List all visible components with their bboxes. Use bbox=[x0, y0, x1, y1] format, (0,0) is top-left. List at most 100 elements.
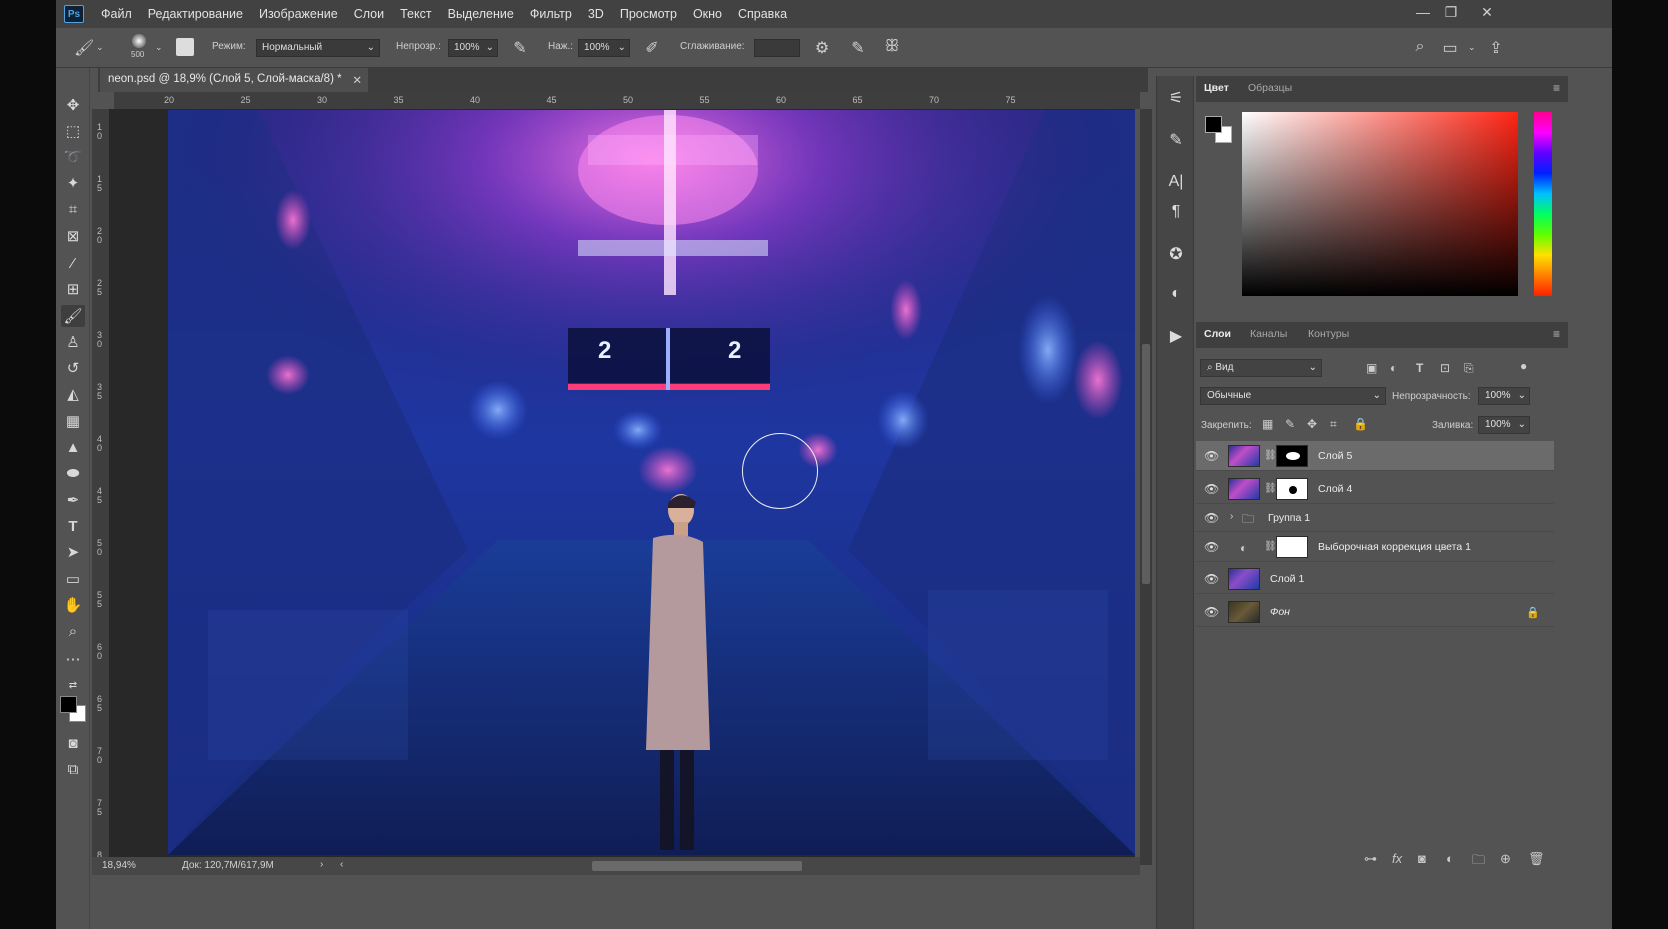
eye-icon[interactable]: 👁 bbox=[1204, 540, 1220, 554]
layer-name[interactable]: Выборочная коррекция цвета 1 bbox=[1318, 541, 1471, 553]
stamp-tool-icon[interactable]: ♙ bbox=[61, 331, 85, 353]
pressure-size-icon[interactable]: ✎ bbox=[848, 38, 868, 58]
history-brush-icon[interactable]: ↺ bbox=[61, 357, 85, 379]
menu-layers[interactable]: Слои bbox=[346, 7, 392, 21]
eye-icon[interactable]: 👁 bbox=[1204, 605, 1220, 619]
paragraph-panel-icon[interactable]: ¶ bbox=[1164, 200, 1188, 224]
vertical-scrollbar[interactable] bbox=[1140, 109, 1152, 865]
lasso-tool-icon[interactable]: ➰ bbox=[61, 146, 85, 168]
brush-tool-icon[interactable]: 🖌 bbox=[74, 38, 94, 58]
link-icon[interactable]: ⛓ bbox=[1264, 450, 1277, 461]
link-layers-icon[interactable]: ⊶ bbox=[1364, 851, 1377, 867]
path-select-icon[interactable]: ➤ bbox=[61, 541, 85, 563]
screen-mode-icon[interactable]: ⧉ bbox=[61, 758, 85, 780]
plugin-icon[interactable]: ✪ bbox=[1164, 242, 1188, 266]
tab-paths[interactable]: Контуры bbox=[1308, 328, 1349, 340]
new-layer-icon[interactable]: ⊕ bbox=[1500, 851, 1511, 867]
character-panel-icon[interactable]: A| bbox=[1164, 170, 1188, 194]
foreground-color-chip[interactable] bbox=[1205, 116, 1222, 133]
blend-mode-select[interactable]: Обычные ⌄ bbox=[1200, 387, 1386, 405]
minimize-icon[interactable]: — bbox=[1408, 4, 1438, 20]
frame-tool-icon[interactable]: ⊠ bbox=[61, 225, 85, 247]
filter-shape-icon[interactable]: ⊡ bbox=[1440, 361, 1450, 375]
document-image[interactable]: 2 2 bbox=[168, 110, 1135, 855]
marquee-tool-icon[interactable]: ⬚ bbox=[61, 120, 85, 142]
eye-icon[interactable]: 👁 bbox=[1204, 572, 1220, 586]
chevron-down-icon[interactable]: ⌄ bbox=[1468, 42, 1476, 53]
filter-toggle-icon[interactable]: ● bbox=[1520, 359, 1527, 373]
chevron-down-icon[interactable]: ⌄ bbox=[155, 42, 163, 53]
layer-row[interactable]: 👁 ◐ ⛓ Выборочная коррекция цвета 1 bbox=[1196, 532, 1554, 562]
panel-menu-icon[interactable]: ≡ bbox=[1553, 327, 1560, 341]
layer-name[interactable]: Слой 1 bbox=[1270, 573, 1304, 585]
more-tools-icon[interactable]: ⋯ bbox=[61, 648, 85, 670]
menu-help[interactable]: Справка bbox=[730, 7, 795, 21]
document-tab[interactable]: neon.psd @ 18,9% (Слой 5, Слой-маска/8) … bbox=[100, 68, 368, 92]
hand-tool-icon[interactable]: ✋ bbox=[61, 594, 85, 616]
menu-view[interactable]: Просмотр bbox=[612, 7, 685, 21]
tab-color[interactable]: Цвет bbox=[1204, 82, 1229, 94]
brush-tool-icon[interactable]: 🖌 bbox=[61, 305, 85, 327]
foreground-color-swatch[interactable] bbox=[60, 696, 77, 713]
lock-all-icon[interactable]: 🔒 bbox=[1353, 417, 1368, 431]
restore-icon[interactable]: ❐ bbox=[1436, 4, 1466, 21]
magic-wand-icon[interactable]: ✦ bbox=[61, 172, 85, 194]
type-tool-icon[interactable]: T bbox=[61, 515, 85, 537]
zoom-tool-icon[interactable]: ⌕ bbox=[61, 620, 85, 642]
airbrush-icon[interactable]: ✐ bbox=[642, 38, 662, 58]
pressure-opacity-icon[interactable]: ✎ bbox=[510, 38, 530, 58]
opacity-input[interactable]: 100% ⌄ bbox=[448, 39, 498, 57]
layer-name[interactable]: Слой 4 bbox=[1318, 483, 1352, 495]
link-icon[interactable]: ⛓ bbox=[1264, 483, 1277, 494]
smoothing-input[interactable] bbox=[754, 39, 800, 57]
layer-row[interactable]: 👁 Фон 🔒 bbox=[1196, 597, 1554, 627]
chevron-down-icon[interactable]: ⌄ bbox=[96, 42, 104, 53]
brush-settings-icon[interactable] bbox=[176, 38, 194, 56]
eyedropper-icon[interactable]: ⁄ bbox=[61, 252, 85, 274]
dodge-tool-icon[interactable]: ⬬ bbox=[61, 462, 85, 484]
menu-image[interactable]: Изображение bbox=[251, 7, 346, 21]
healing-brush-icon[interactable]: ⊞ bbox=[61, 278, 85, 300]
actions-play-icon[interactable]: ▶ bbox=[1164, 324, 1188, 348]
chevron-right-icon[interactable]: › bbox=[1230, 511, 1233, 522]
pen-tool-icon[interactable]: ✒ bbox=[61, 489, 85, 511]
delete-layer-icon[interactable]: 🗑 bbox=[1528, 851, 1545, 867]
layer-name[interactable]: Фон bbox=[1270, 606, 1290, 618]
layer-row[interactable]: 👁 Слой 1 bbox=[1196, 564, 1554, 594]
menu-select[interactable]: Выделение bbox=[440, 7, 522, 21]
menu-file[interactable]: Файл bbox=[93, 7, 140, 21]
layer-mask-thumbnail[interactable] bbox=[1276, 445, 1308, 467]
hue-slider[interactable] bbox=[1534, 112, 1552, 296]
fill-input[interactable]: 100% ⌄ bbox=[1478, 416, 1530, 434]
tab-layers[interactable]: Слои bbox=[1204, 328, 1231, 340]
brush-panel-icon[interactable]: ✎ bbox=[1164, 128, 1188, 152]
layer-opacity-input[interactable]: 100% ⌄ bbox=[1478, 387, 1530, 405]
lock-pixels-icon[interactable]: ✎ bbox=[1285, 417, 1295, 431]
lock-transparent-icon[interactable]: ▦ bbox=[1262, 417, 1273, 431]
link-icon[interactable]: ⛓ bbox=[1264, 541, 1277, 552]
fx-icon[interactable]: fx bbox=[1392, 851, 1402, 866]
layer-name[interactable]: Слой 5 bbox=[1318, 450, 1352, 462]
history-panel-icon[interactable]: ⚟ bbox=[1164, 86, 1188, 110]
eye-icon[interactable]: 👁 bbox=[1204, 449, 1220, 463]
new-adjustment-icon[interactable]: ◐ bbox=[1446, 851, 1454, 866]
layer-mask-thumbnail[interactable] bbox=[1276, 536, 1308, 558]
symmetry-icon[interactable]: ꕥ bbox=[882, 38, 902, 56]
pressure-input[interactable]: 100% ⌄ bbox=[578, 39, 630, 57]
eye-icon[interactable]: 👁 bbox=[1204, 482, 1220, 496]
move-tool-icon[interactable]: ✥ bbox=[61, 94, 85, 116]
layer-row[interactable]: 👁 ⛓ Слой 4 bbox=[1196, 474, 1554, 504]
layer-group-row[interactable]: 👁 › 🗀 Группа 1 bbox=[1196, 504, 1554, 532]
chevron-left-icon[interactable]: ‹ bbox=[340, 859, 343, 870]
gear-icon[interactable]: ⚙ bbox=[812, 38, 832, 58]
crop-tool-icon[interactable]: ⌗ bbox=[61, 198, 85, 220]
chevron-right-icon[interactable]: › bbox=[320, 859, 323, 870]
menu-filter[interactable]: Фильтр bbox=[522, 7, 580, 21]
filter-smart-object-icon[interactable]: ⎘ bbox=[1464, 361, 1474, 376]
menu-3d[interactable]: 3D bbox=[580, 7, 612, 21]
extension-icon[interactable]: ◐ bbox=[1164, 282, 1188, 306]
share-icon[interactable]: ⇪ bbox=[1486, 38, 1506, 58]
color-picker-field[interactable] bbox=[1242, 112, 1518, 296]
quick-mask-icon[interactable]: ◙ bbox=[61, 732, 85, 754]
blur-tool-icon[interactable]: ▲ bbox=[61, 436, 85, 458]
